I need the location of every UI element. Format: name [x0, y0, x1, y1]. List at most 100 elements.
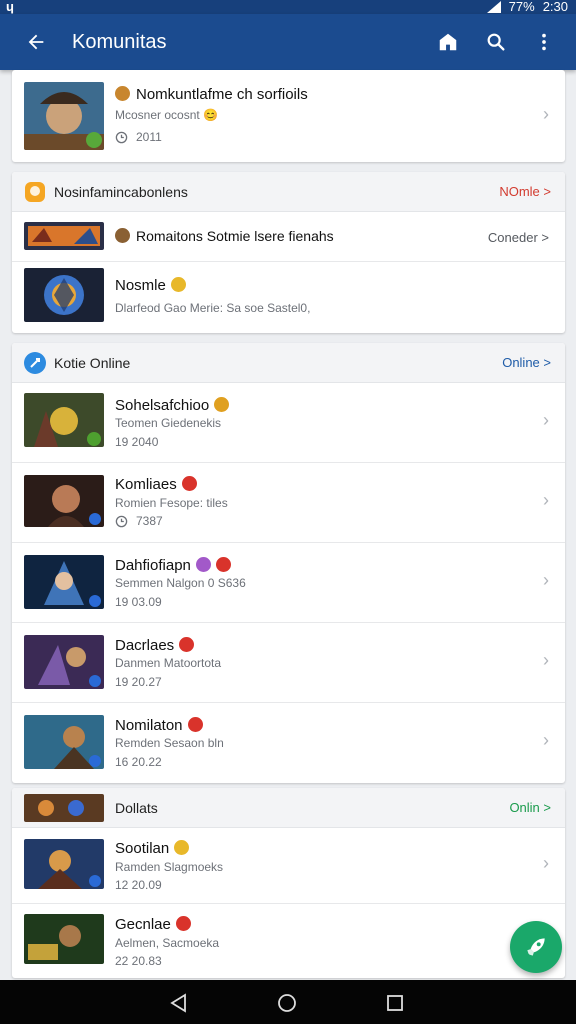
item-thumbnail: [24, 475, 104, 527]
item-subtitle: Teomen Giedenekis: [115, 416, 222, 430]
item-meta: 12 20.09: [115, 878, 162, 892]
section-link[interactable]: Onlin >: [509, 800, 551, 815]
item-meta: 19 2040: [115, 435, 159, 449]
chevron-right-icon: ›: [543, 490, 549, 510]
chat-bubble-icon: [25, 182, 45, 202]
section-banner-thumbnail: [24, 794, 104, 822]
status-badge-icon: [181, 476, 197, 491]
chevron-right-icon: ›: [543, 104, 549, 124]
section-card-dollats: Dollats Onlin > Sootilan Ramden Slagmoek…: [12, 788, 565, 978]
status-badge-icon: [175, 916, 191, 931]
home-icon: [439, 33, 457, 51]
nav-recents-button[interactable]: [384, 992, 406, 1014]
featured-meta: 2011: [115, 130, 162, 144]
status-badge-icon: [215, 557, 231, 572]
item-meta: 7387: [115, 514, 163, 528]
item-title: Dahfiofiapn: [115, 557, 231, 574]
battery-level: 77%: [508, 0, 535, 14]
page-title: Komunitas: [72, 31, 167, 53]
nav-home-button[interactable]: [276, 992, 298, 1014]
featured-card: Nomkuntlafme ch sorfioils Mcosner ocosnt…: [12, 70, 565, 162]
item-title: Gecnlae: [115, 916, 191, 933]
verified-badge-icon: [170, 277, 186, 292]
item-thumbnail: [24, 715, 104, 769]
section-link[interactable]: Online >: [502, 355, 551, 370]
more-vert-icon: [542, 33, 546, 51]
featured-row[interactable]: Nomkuntlafme ch sorfioils Mcosner ocosnt…: [12, 70, 565, 162]
search-button[interactable]: [480, 26, 512, 58]
item-title: Romaitons Sotmie lsere fienahs: [115, 228, 334, 244]
item-meta: 22 20.83: [115, 954, 162, 968]
chevron-right-icon: ›: [543, 853, 549, 873]
arrow-left-icon: [28, 34, 44, 50]
section-card-online: Kotie Online Online > Sohelsafchioo Teom…: [12, 343, 565, 783]
featured-title: Nomkuntlafme ch sorfioils: [115, 86, 308, 103]
new-post-fab[interactable]: [510, 921, 562, 973]
item-thumbnail: [24, 839, 104, 889]
home-button[interactable]: [432, 26, 464, 58]
item-title: Komliaes: [115, 476, 197, 493]
back-button[interactable]: [20, 26, 52, 58]
section-link[interactable]: NOmle >: [499, 184, 551, 199]
list-item[interactable]: Komliaes Romien Fesope: tiles 7387 ›: [12, 463, 565, 543]
list-item[interactable]: Romaitons Sotmie lsere fienahs Coneder >: [12, 212, 565, 262]
item-title: Nosmle: [115, 277, 186, 294]
item-thumbnail: [24, 914, 104, 964]
list-item[interactable]: Dacrlaes Danmen Matoortota 19 20.27 ›: [12, 623, 565, 703]
item-thumbnail: [24, 555, 104, 609]
chevron-right-icon: ›: [543, 410, 549, 430]
square-recents-icon: [387, 995, 403, 1011]
list-item[interactable]: Nomilaton Remden Sesaon bln 16 20.22 ›: [12, 703, 565, 782]
item-thumbnail: [24, 268, 104, 322]
item-meta: 16 20.22: [115, 755, 162, 769]
status-badge-icon: [179, 637, 195, 652]
list-item[interactable]: Nosmle Dlarfeod Gao Merie: Sa soe Sastel…: [12, 262, 565, 332]
item-meta: 19 03.09: [115, 595, 162, 609]
game-badge-icon: [115, 86, 130, 101]
clock-icon: [115, 131, 128, 143]
game-badge-icon: [115, 228, 130, 243]
clock-icon: [115, 515, 128, 527]
item-thumbnail: [24, 635, 104, 689]
status-bar: ɥ 77% 2:30: [0, 0, 576, 14]
section-header: Nosinfamincabonlens NOmle >: [12, 172, 565, 212]
item-action[interactable]: Coneder >: [488, 230, 549, 245]
chevron-right-icon: ›: [543, 570, 549, 590]
featured-thumbnail: [24, 82, 104, 150]
section-card-recommended: Nosinfamincabonlens NOmle > Romaitons So…: [12, 172, 565, 333]
item-subtitle: Ramden Slagmoeks: [115, 860, 224, 874]
circle-home-icon: [278, 994, 296, 1012]
item-subtitle: Dlarfeod Gao Merie: Sa soe Sastel0,: [115, 301, 311, 315]
more-button[interactable]: [528, 26, 560, 58]
status-badge-icon: [187, 717, 203, 732]
search-icon: [487, 33, 505, 51]
rocket-icon: [527, 938, 545, 956]
item-subtitle: Semmen Nalgon 0 S636: [115, 576, 246, 590]
clock: 2:30: [542, 0, 568, 14]
section-title: Dollats: [115, 800, 158, 816]
item-subtitle: Remden Sesaon bln: [115, 736, 224, 750]
item-subtitle: Aelmen, Sacmoeka: [115, 936, 220, 950]
list-item[interactable]: Sootilan Ramden Slagmoeks 12 20.09 ›: [12, 828, 565, 904]
section-header: Kotie Online Online >: [12, 343, 565, 383]
system-nav-bar: [0, 980, 576, 1024]
item-subtitle: Romien Fesope: tiles: [115, 496, 228, 510]
chevron-right-icon: ›: [543, 730, 549, 750]
item-subtitle: Danmen Matoortota: [115, 656, 222, 670]
section-header: Dollats Onlin >: [12, 788, 565, 828]
triangle-back-icon: [170, 993, 186, 1013]
section-title: Kotie Online: [54, 355, 131, 371]
list-item[interactable]: Gecnlae Aelmen, Sacmoeka 22 20.83: [12, 904, 565, 976]
status-badge-icon: [174, 840, 190, 855]
item-title: Sootilan: [115, 840, 190, 857]
rocket-badge-icon: [24, 352, 46, 374]
item-title: Sohelsafchioo: [115, 397, 230, 414]
list-item[interactable]: Dahfiofiapn Semmen Nalgon 0 S636 19 03.0…: [12, 543, 565, 623]
nav-back-button[interactable]: [168, 992, 190, 1014]
item-thumbnail: [24, 393, 104, 447]
list-item[interactable]: Sohelsafchioo Teomen Giedenekis 19 2040 …: [12, 383, 565, 463]
item-thumbnail: [24, 222, 104, 250]
section-title: Nosinfamincabonlens: [54, 184, 188, 200]
status-left-icon: ɥ: [6, 0, 14, 14]
status-badge-icon: [195, 557, 211, 572]
